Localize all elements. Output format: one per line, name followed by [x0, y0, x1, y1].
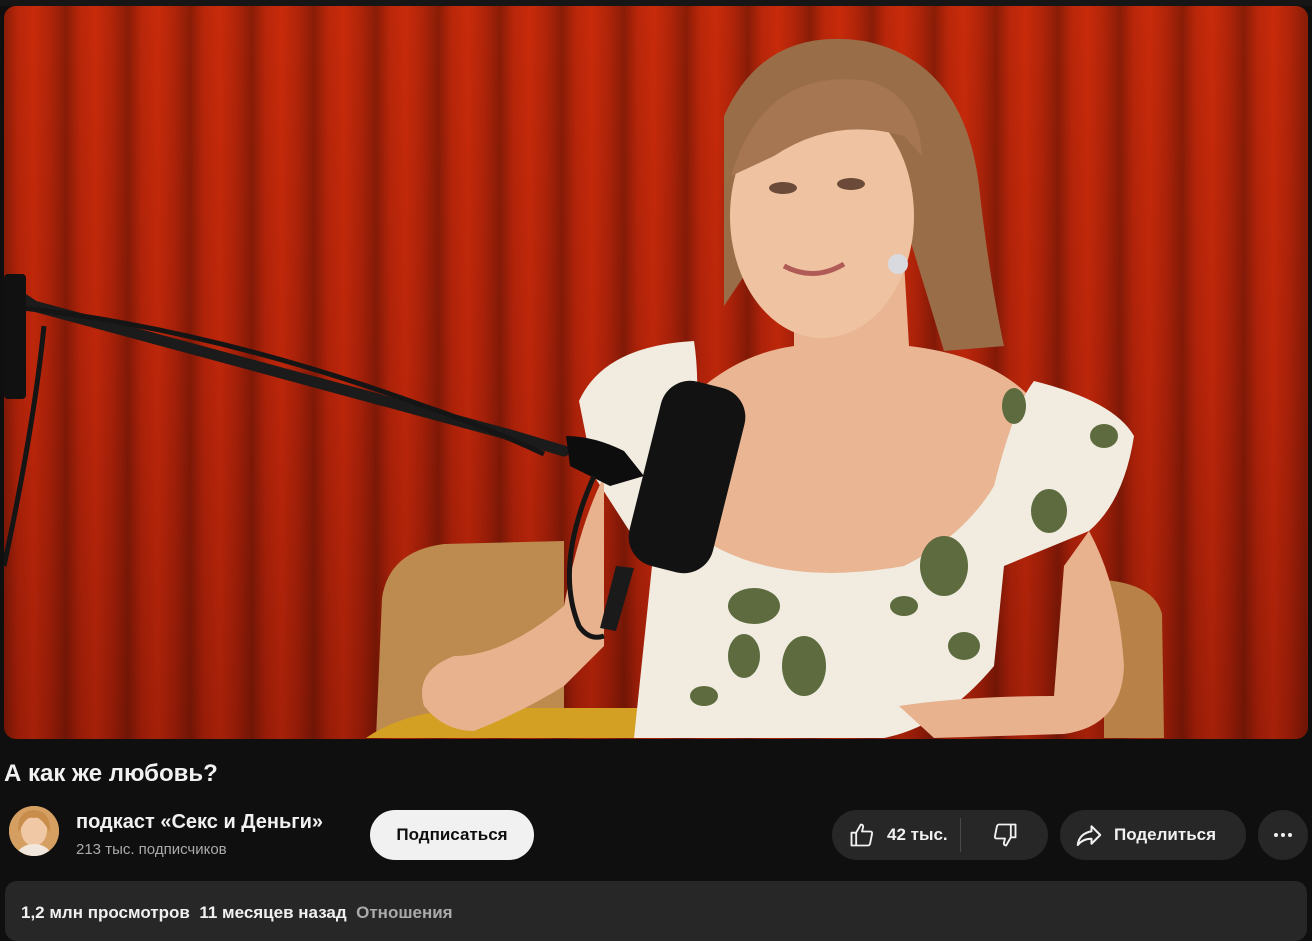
video-title: А как же любовь?	[4, 760, 218, 787]
channel-name[interactable]: подкаст «Секс и Деньги»	[76, 811, 323, 834]
more-horizontal-icon	[1274, 833, 1292, 837]
share-label: Поделиться	[1114, 825, 1217, 844]
video-tag[interactable]: Отношения	[356, 903, 452, 922]
avatar-image	[9, 806, 59, 856]
like-dislike-group: 42 тыс.	[832, 810, 1048, 860]
mic-mount	[4, 274, 26, 399]
description-box[interactable]: 1,2 млн просмотров 11 месяцев назад Отно…	[5, 881, 1307, 941]
earring	[888, 254, 908, 274]
eye-left	[769, 182, 797, 194]
share-arrow-icon	[1076, 825, 1102, 846]
dislike-button[interactable]	[961, 810, 1048, 860]
mic-connector	[600, 566, 634, 631]
like-count: 42 тыс.	[887, 825, 948, 844]
like-button[interactable]: 42 тыс.	[832, 810, 960, 860]
video-player[interactable]	[4, 6, 1308, 739]
eye-right	[837, 178, 865, 190]
share-button[interactable]: Поделиться	[1060, 810, 1246, 860]
subscribe-button[interactable]: Подписаться	[370, 810, 534, 860]
more-button[interactable]	[1258, 810, 1308, 860]
subscriber-count: 213 тыс. подписчиков	[76, 841, 227, 858]
publish-date: 11 месяцев назад	[199, 903, 347, 922]
thumbs-down-icon	[993, 823, 1016, 847]
video-meta: 1,2 млн просмотров 11 месяцев назад Отно…	[21, 903, 453, 923]
view-count: 1,2 млн просмотров	[21, 903, 190, 922]
video-frame	[4, 38, 1164, 738]
mic-cable	[4, 303, 546, 457]
channel-avatar[interactable]	[9, 806, 59, 856]
thumbs-up-icon	[850, 823, 874, 847]
